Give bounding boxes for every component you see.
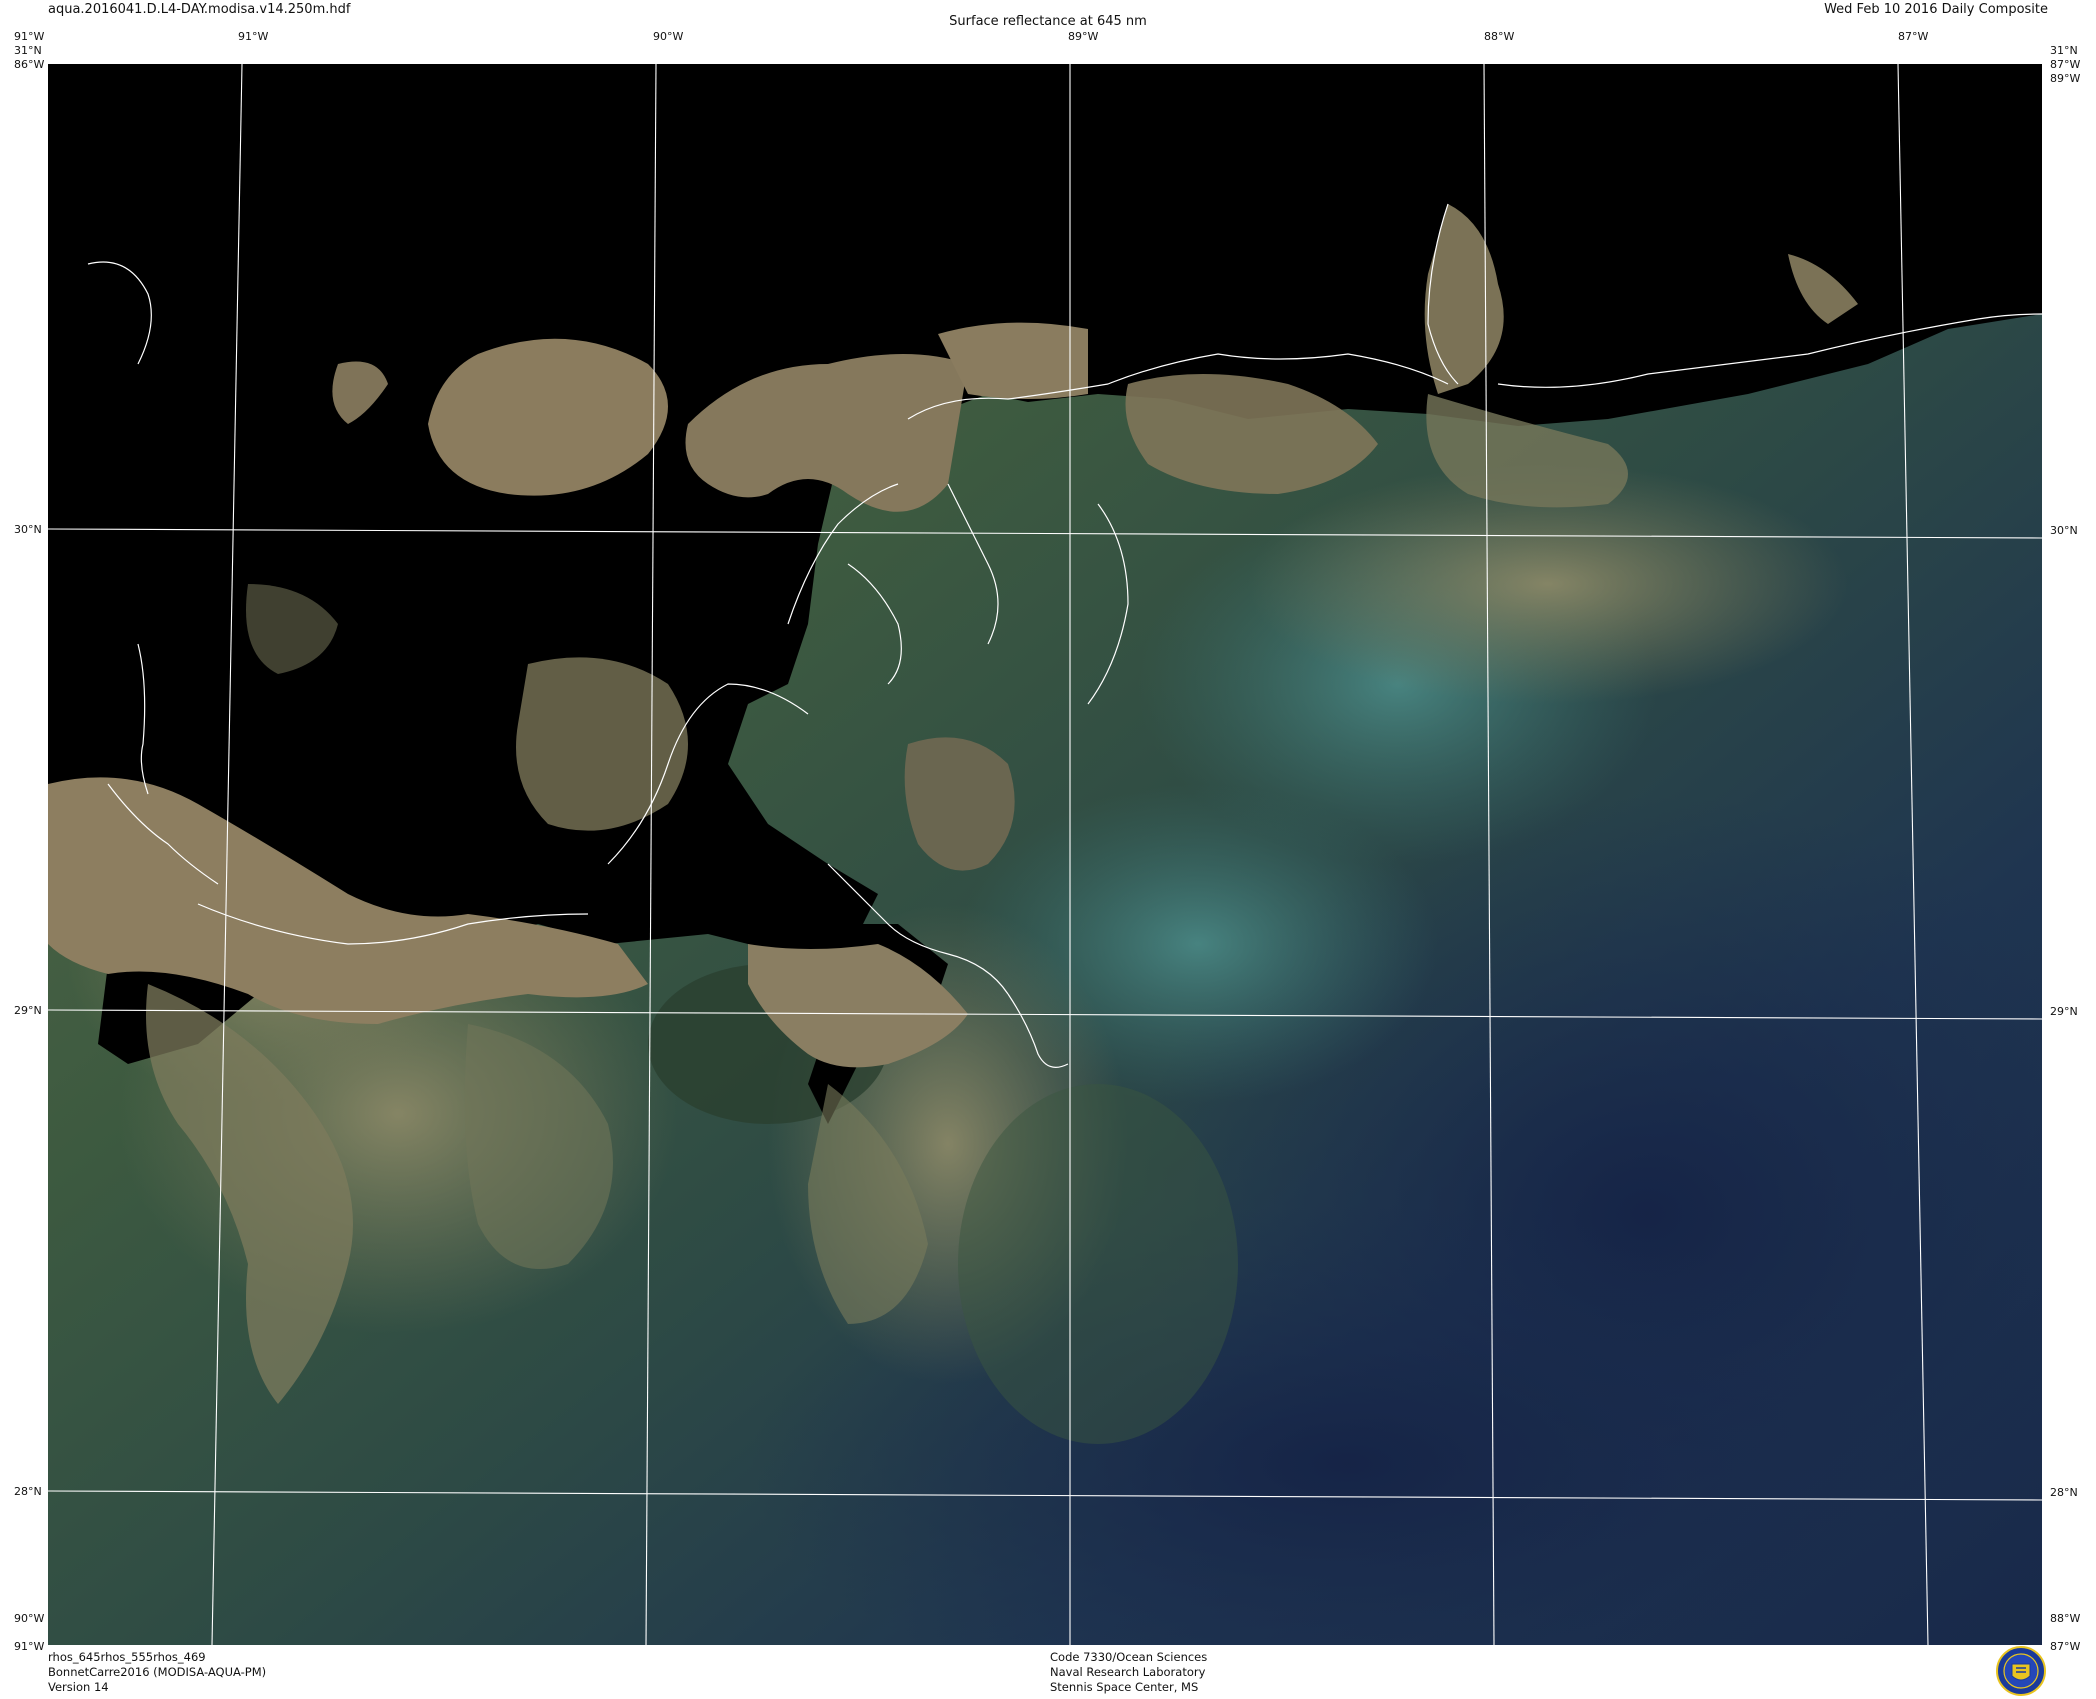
right-lat-label-29n: 29°N xyxy=(2050,1005,2078,1018)
corner-top-left-lon: 91°W xyxy=(14,30,45,43)
top-lon-label-89w: 89°W xyxy=(1068,30,1099,43)
map-title: Surface reflectance at 645 nm xyxy=(949,14,1147,29)
corner-bottom-left-inner: 90°W xyxy=(14,1612,45,1625)
right-lat-label-28n: 28°N xyxy=(2050,1486,2078,1499)
corner-top-left-inner: 86°W xyxy=(14,58,45,71)
corner-bottom-right-lon: 87°W xyxy=(2050,1640,2081,1653)
right-lat-label-30n: 30°N xyxy=(2050,524,2078,537)
left-lat-label-28n: 28°N xyxy=(14,1485,42,1498)
corner-top-left-lat: 31°N xyxy=(14,44,42,57)
left-lat-label-30n: 30°N xyxy=(14,523,42,536)
footer-left: rhos_645rhos_555rhos_469 BonnetCarre2016… xyxy=(48,1650,266,1695)
top-lon-label-87w: 87°W xyxy=(1898,30,1929,43)
footer-center: Code 7330/Ocean Sciences Naval Research … xyxy=(1050,1650,1207,1695)
footer-version: Version 14 xyxy=(48,1680,109,1694)
corner-top-right-lon: 87°W xyxy=(2050,58,2081,71)
footer-location: Stennis Space Center, MS xyxy=(1050,1680,1199,1694)
top-lon-label-90w: 90°W xyxy=(653,30,684,43)
footer-bands: rhos_645rhos_555rhos_469 xyxy=(48,1650,206,1664)
footer-lab: Naval Research Laboratory xyxy=(1050,1665,1206,1679)
corner-top-right-inner: 89°W xyxy=(2050,72,2081,85)
footer-project: BonnetCarre2016 (MODISA-AQUA-PM) xyxy=(48,1665,267,1679)
corner-bottom-right-inner: 88°W xyxy=(2050,1612,2081,1625)
top-lon-label-88w: 88°W xyxy=(1484,30,1515,43)
footer-code: Code 7330/Ocean Sciences xyxy=(1050,1650,1208,1664)
satellite-map xyxy=(48,64,2042,1645)
corner-bottom-left-lon: 91°W xyxy=(14,1640,45,1653)
corner-top-right-lat: 31°N xyxy=(2050,44,2078,57)
top-lon-label-91w: 91°W xyxy=(238,30,269,43)
nrl-seal-icon xyxy=(1996,1646,2046,1696)
date-label: Wed Feb 10 2016 Daily Composite xyxy=(1824,2,2048,17)
left-lat-label-29n: 29°N xyxy=(14,1004,42,1017)
satellite-map-svg xyxy=(48,64,2042,1645)
